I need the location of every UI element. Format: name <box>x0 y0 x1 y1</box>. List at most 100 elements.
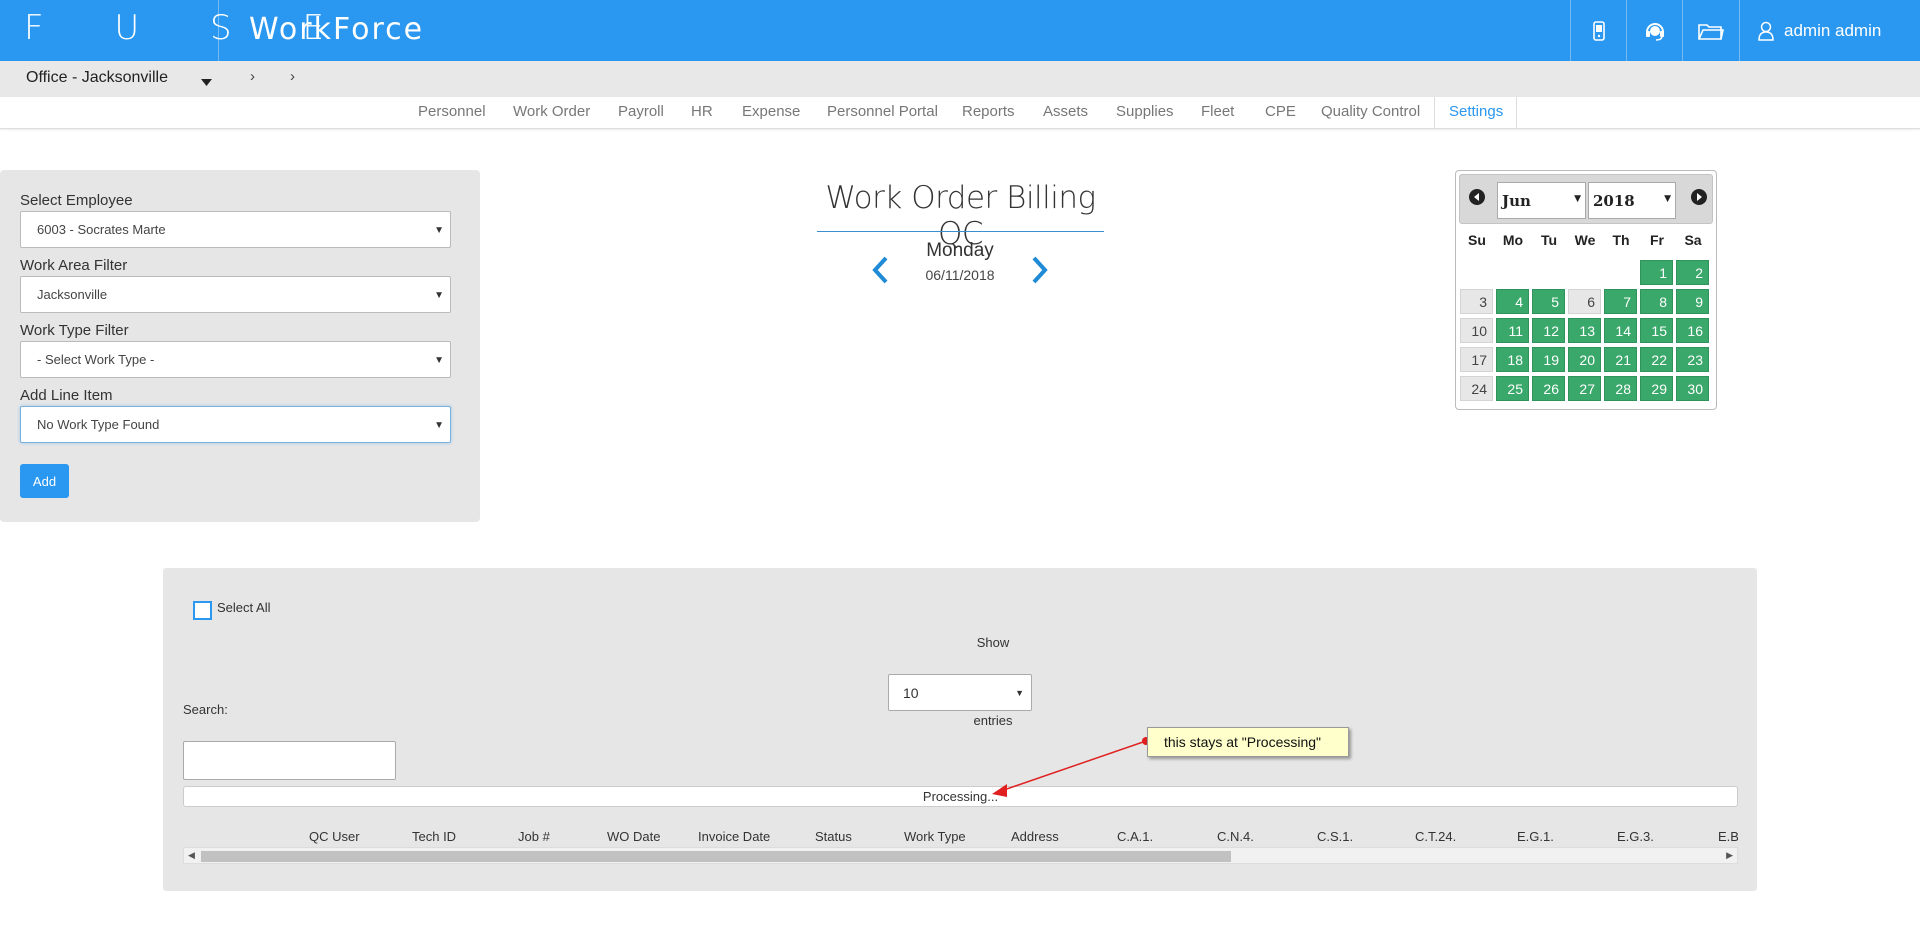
calendar-day[interactable]: 1 <box>1640 260 1673 285</box>
calendar-day[interactable]: 8 <box>1640 289 1673 314</box>
year-select-value: 2018 <box>1593 192 1635 210</box>
work-area-select[interactable]: Jacksonville ▼ <box>20 276 451 313</box>
calendar-day: 10 <box>1460 318 1493 343</box>
calendar-day[interactable]: 23 <box>1676 347 1709 372</box>
calendar-dow-label: Tu <box>1540 232 1558 248</box>
column-header-tech-id[interactable]: Tech ID <box>412 829 456 844</box>
calendar-day: 6 <box>1568 289 1601 314</box>
chevron-down-icon[interactable] <box>201 73 212 91</box>
nav-item-cpe[interactable]: CPE <box>1265 103 1296 120</box>
column-header-eg1[interactable]: E.G.1. <box>1517 829 1554 844</box>
title-underline <box>817 231 1104 232</box>
calendar-day[interactable]: 4 <box>1496 289 1529 314</box>
nav-item-settings[interactable]: Settings <box>1449 103 1503 120</box>
office-selector[interactable]: Office - Jacksonville <box>26 69 168 87</box>
month-select[interactable]: Jun ▼ <box>1497 182 1586 219</box>
calendar-day[interactable]: 22 <box>1640 347 1673 372</box>
column-header-invoice-date[interactable]: Invoice Date <box>698 829 770 844</box>
dropdown-arrow-icon: ▼ <box>434 420 444 431</box>
main-nav: Personnel Work Order Payroll HR Expense … <box>0 97 1920 129</box>
select-employee-label: Select Employee <box>20 192 133 209</box>
calendar-day[interactable]: 12 <box>1532 318 1565 343</box>
select-all-label[interactable]: Select All <box>217 600 270 615</box>
column-header-cs1[interactable]: C.S.1. <box>1317 829 1353 844</box>
folder-icon[interactable] <box>1682 0 1738 61</box>
calendar-dow-label: Su <box>1468 232 1486 248</box>
calendar-day[interactable]: 15 <box>1640 318 1673 343</box>
calendar-day[interactable]: 2 <box>1676 260 1709 285</box>
scrollbar-thumb[interactable] <box>201 851 1231 862</box>
calendar-day[interactable]: 14 <box>1604 318 1637 343</box>
year-select[interactable]: 2018 ▼ <box>1588 182 1676 219</box>
scroll-right-icon[interactable]: ▶ <box>1726 850 1733 861</box>
dropdown-arrow-icon: ▼ <box>434 355 444 366</box>
column-header-cn4[interactable]: C.N.4. <box>1217 829 1254 844</box>
add-button[interactable]: Add <box>20 464 69 498</box>
horizontal-scrollbar[interactable]: ◀ ▶ <box>183 847 1738 864</box>
employee-select-value: 6003 - Socrates Marte <box>37 222 166 237</box>
column-header-job-number[interactable]: Job # <box>518 829 550 844</box>
scroll-left-icon[interactable]: ◀ <box>188 850 195 861</box>
nav-item-expense[interactable]: Expense <box>742 103 800 120</box>
column-header-status[interactable]: Status <box>815 829 852 844</box>
calendar-dow-label: Fr <box>1650 232 1664 248</box>
nav-item-personnel[interactable]: Personnel <box>418 103 486 120</box>
nav-item-quality-control[interactable]: Quality Control <box>1321 103 1420 120</box>
column-header-ca1[interactable]: C.A.1. <box>1117 829 1153 844</box>
calendar-day[interactable]: 16 <box>1676 318 1709 343</box>
user-menu[interactable]: admin admin <box>1739 0 1920 61</box>
line-item-select[interactable]: No Work Type Found ▼ <box>20 406 451 443</box>
calendar-day[interactable]: 29 <box>1640 376 1673 401</box>
calendar-dow-label: Th <box>1612 232 1630 248</box>
app-name[interactable]: WorkForce <box>249 12 424 47</box>
work-type-select[interactable]: - Select Work Type - ▼ <box>20 341 451 378</box>
calendar-day[interactable]: 5 <box>1532 289 1565 314</box>
next-day-arrow-icon[interactable] <box>1028 256 1050 284</box>
nav-item-hr[interactable]: HR <box>691 103 713 120</box>
add-line-item-label: Add Line Item <box>20 387 113 404</box>
column-header-eb[interactable]: E.B. <box>1718 829 1738 844</box>
nav-item-supplies[interactable]: Supplies <box>1116 103 1174 120</box>
calendar-day[interactable]: 25 <box>1496 376 1529 401</box>
column-header-qc-user[interactable]: QC User <box>309 829 360 844</box>
calendar-day[interactable]: 20 <box>1568 347 1601 372</box>
column-header-wo-date[interactable]: WO Date <box>607 829 660 844</box>
nav-item-assets[interactable]: Assets <box>1043 103 1088 120</box>
select-all-checkbox[interactable] <box>193 601 212 620</box>
calendar-day[interactable]: 11 <box>1496 318 1529 343</box>
search-input[interactable] <box>183 741 396 780</box>
column-header-work-type[interactable]: Work Type <box>904 829 966 844</box>
calendar-day[interactable]: 27 <box>1568 376 1601 401</box>
nav-item-payroll[interactable]: Payroll <box>618 103 664 120</box>
calendar-day[interactable]: 28 <box>1604 376 1637 401</box>
calendar-day[interactable]: 21 <box>1604 347 1637 372</box>
column-header-ct24[interactable]: C.T.24. <box>1415 829 1456 844</box>
calendar-day[interactable]: 26 <box>1532 376 1565 401</box>
column-header-eg3[interactable]: E.G.3. <box>1617 829 1654 844</box>
annotation-callout: this stays at "Processing" <box>1147 727 1349 757</box>
prev-month-icon[interactable] <box>1469 189 1485 205</box>
user-icon <box>1758 21 1774 41</box>
current-day-name: Monday <box>926 240 994 261</box>
page-size-select[interactable]: 10 ▼ <box>888 674 1032 711</box>
line-item-form: Select Employee 6003 - Socrates Marte ▼ … <box>0 170 480 522</box>
calendar-day[interactable]: 9 <box>1676 289 1709 314</box>
page-size-value: 10 <box>903 685 919 701</box>
nav-item-work-order[interactable]: Work Order <box>513 103 590 120</box>
employee-select[interactable]: 6003 - Socrates Marte ▼ <box>20 211 451 248</box>
calendar-day[interactable]: 7 <box>1604 289 1637 314</box>
calendar-day[interactable]: 19 <box>1532 347 1565 372</box>
calendar-day[interactable]: 13 <box>1568 318 1601 343</box>
next-month-icon[interactable] <box>1691 189 1707 205</box>
show-label: Show <box>976 635 1010 650</box>
column-header-address[interactable]: Address <box>1011 829 1059 844</box>
nav-item-personnel-portal[interactable]: Personnel Portal <box>827 103 938 120</box>
nav-item-reports[interactable]: Reports <box>962 103 1015 120</box>
dropdown-arrow-icon: ▼ <box>434 225 444 236</box>
nav-item-fleet[interactable]: Fleet <box>1201 103 1234 120</box>
phone-icon[interactable] <box>1570 0 1626 61</box>
calendar-day[interactable]: 18 <box>1496 347 1529 372</box>
office-bar: Office - Jacksonville › › <box>0 61 1920 97</box>
calendar-day[interactable]: 30 <box>1676 376 1709 401</box>
headset-icon[interactable] <box>1626 0 1682 61</box>
